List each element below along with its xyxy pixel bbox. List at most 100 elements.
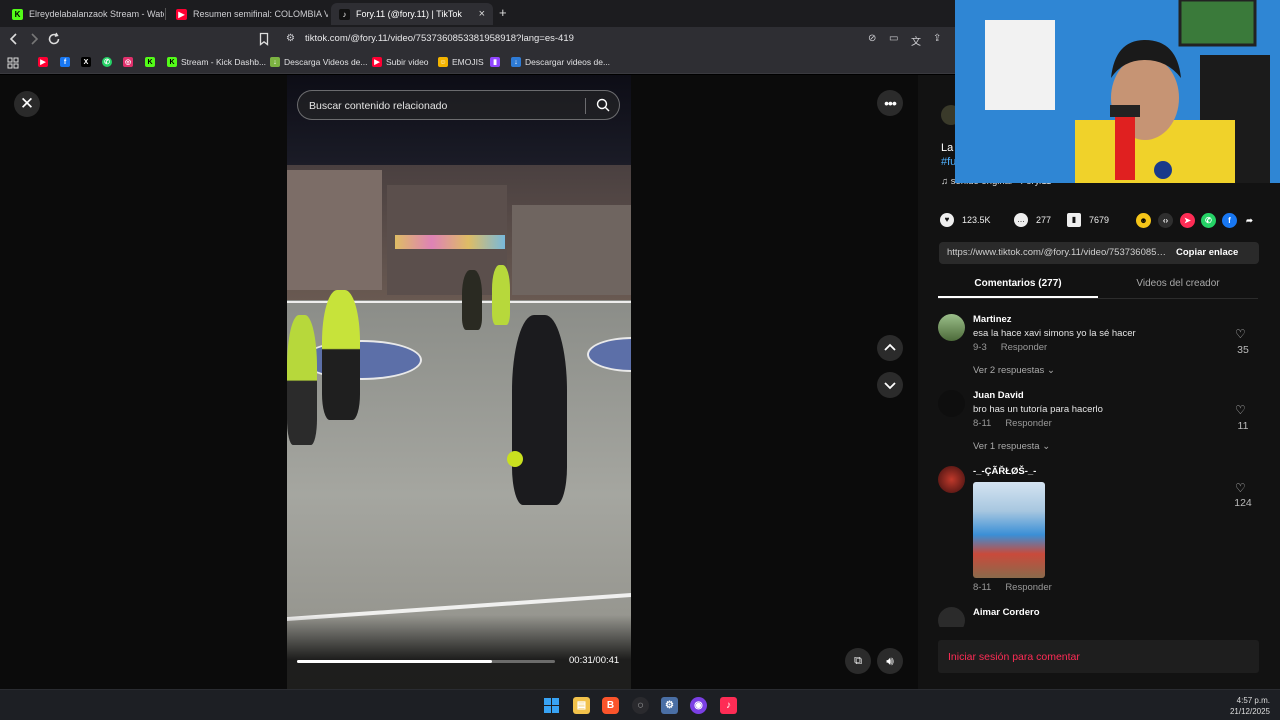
cast-icon[interactable]: ▭ [889, 33, 898, 44]
share-link[interactable]: https://www.tiktok.com/@fory.11/video/75… [947, 247, 1169, 258]
comment-username[interactable]: Martinez [973, 314, 1012, 325]
comment-username[interactable]: Aimar Cordero [973, 607, 1040, 618]
system-clock[interactable]: 4:57 p.m. 21/12/2025 [1218, 695, 1270, 717]
download-icon: ↓ [511, 57, 521, 67]
bookmark-youtube[interactable]: ▶ [38, 57, 52, 67]
app-icon[interactable]: ◌ [632, 697, 649, 714]
comment-image[interactable] [973, 482, 1045, 578]
player-green [287, 315, 317, 445]
settings-icon[interactable]: ⚙ [661, 697, 678, 714]
bookmark-icon [259, 32, 269, 46]
back-button[interactable] [6, 31, 22, 47]
view-replies-button[interactable]: Ver 1 respuesta ⌄ [973, 441, 1050, 452]
windows-taskbar: ▤ B ◌ ⚙ ◉ ♪ 4:57 p.m. 21/12/2025 [0, 689, 1280, 720]
video-progress-bar[interactable] [297, 660, 555, 663]
bookmark-icon: ▮ [1067, 213, 1081, 227]
brave-browser-icon[interactable]: B [602, 697, 619, 714]
bookmark-subir-video[interactable]: ▶ Subir video [372, 57, 429, 67]
reload-button[interactable] [46, 31, 62, 47]
save-button[interactable]: ▮ 7679 [1067, 213, 1109, 227]
instagram-icon: ◎ [123, 57, 133, 67]
comment-avatar[interactable] [938, 390, 965, 417]
close-video-button[interactable]: ✕ [14, 91, 40, 117]
new-tab-button[interactable]: + [499, 5, 507, 20]
reply-button[interactable]: Responder [1005, 418, 1051, 429]
video-hashtag[interactable]: #fu [941, 156, 956, 168]
tab-comments[interactable]: Comentarios (277) [938, 278, 1098, 289]
bookmark-button[interactable] [256, 31, 272, 47]
video-player[interactable]: Buscar contenido relacionado 00:31/00:41 [287, 75, 631, 689]
login-to-comment-button[interactable]: Iniciar sesión para comentar [938, 640, 1259, 673]
bookmark-kick[interactable]: K [145, 57, 159, 67]
browser-tab-tiktok[interactable]: ♪ Fory.11 (@fory.11) | TikTok × [331, 3, 493, 25]
share-more-icon[interactable]: ➦ [1242, 213, 1257, 228]
comment-date: 8-11 [973, 582, 992, 593]
comment-item: Aimar Cordero [938, 607, 1258, 627]
pip-button[interactable]: ⧉ [845, 648, 871, 674]
comment-like-icon[interactable]: ♡ [1235, 481, 1246, 495]
video-description: La [941, 142, 954, 154]
more-options-button[interactable]: ••• [877, 90, 903, 116]
facebook-icon: f [60, 57, 70, 67]
reader-icon[interactable]: ⊘ [868, 33, 876, 44]
embed-icon[interactable]: ‹› [1158, 213, 1173, 228]
building [287, 170, 382, 290]
comment-meta: 8-11 Responder [973, 582, 1052, 593]
share-page-icon[interactable]: ⇪ [933, 33, 941, 44]
player-black [512, 315, 567, 505]
bookmark-descarga-videos[interactable]: ↓ Descarga Videos de... [270, 57, 367, 67]
facebook-share-icon[interactable]: f [1222, 213, 1237, 228]
comment-username[interactable]: Juan David [973, 390, 1024, 401]
bookmark-whatsapp[interactable]: ✆ [102, 57, 116, 67]
bookmark-facebook[interactable]: f [60, 57, 74, 67]
url-field[interactable]: tiktok.com/@fory.11/video/75373608533819… [305, 33, 574, 44]
comment-avatar[interactable] [938, 314, 965, 341]
volume-button[interactable]: 🔊︎ [877, 648, 903, 674]
copy-link-button[interactable]: Copiar enlace [1176, 247, 1238, 258]
comment-username[interactable]: -_-ÇÃŘŁØŠ-_- [973, 466, 1036, 477]
youtube-icon: ▶ [38, 57, 48, 67]
bookmark-kick-dashboard[interactable]: K Stream - Kick Dashb... [167, 57, 266, 67]
file-explorer-icon[interactable]: ▤ [573, 697, 590, 714]
youtube-icon: ▶ [176, 8, 187, 20]
reply-button[interactable]: Responder [1005, 582, 1051, 593]
whatsapp-share-icon[interactable]: ✆ [1201, 213, 1216, 228]
view-replies-button[interactable]: Ver 2 respuestas ⌄ [973, 365, 1055, 376]
related-search-bar[interactable]: Buscar contenido relacionado [297, 90, 620, 120]
search-icon[interactable] [595, 97, 611, 113]
apps-button[interactable] [7, 57, 19, 69]
search-input[interactable]: Buscar contenido relacionado [309, 100, 447, 112]
bookmark-x[interactable]: X [81, 57, 95, 67]
obs-icon[interactable]: ◉ [690, 697, 707, 714]
view-replies-label: Ver 1 respuesta [973, 441, 1040, 452]
ball [507, 451, 523, 467]
browser-tab-youtube[interactable]: ▶ Resumen semifinal: COLOMBIA VS B [168, 3, 328, 25]
share-friends-icon[interactable]: ☻ [1136, 213, 1151, 228]
bookmark-descargar-videos[interactable]: ↓ Descargar videos de... [511, 57, 610, 67]
like-button[interactable]: ♥ 123.5K [940, 213, 991, 227]
site-info-icon[interactable]: ⚙ [286, 33, 295, 44]
start-icon[interactable] [543, 697, 560, 714]
bookmark-twitch[interactable]: ▮ [490, 57, 504, 67]
comment-button[interactable]: … 277 [1014, 213, 1051, 227]
translate-icon[interactable]: 文 [911, 33, 921, 48]
next-video-button[interactable] [877, 372, 903, 398]
forward-button[interactable] [26, 31, 42, 47]
player-green [322, 290, 360, 420]
search-divider [585, 98, 586, 114]
send-icon[interactable]: ➤ [1180, 213, 1195, 228]
comment-avatar[interactable] [938, 466, 965, 493]
browser-tab-kick[interactable]: K Elreydelabalanzaok Stream - Watch L [4, 3, 164, 25]
music-note-icon: ♫ [941, 176, 951, 187]
comment-item: Juan David bro has un tutoría para hacer… [938, 390, 1258, 460]
comment-like-icon[interactable]: ♡ [1235, 403, 1246, 417]
reply-button[interactable]: Responder [1001, 342, 1047, 353]
previous-video-button[interactable] [877, 335, 903, 361]
close-tab-button[interactable]: × [479, 8, 485, 20]
comment-avatar[interactable] [938, 607, 965, 627]
tab-creator-videos[interactable]: Videos del creador [1098, 278, 1258, 289]
bookmark-emojis[interactable]: ☺ EMOJIS [438, 57, 484, 67]
bookmark-instagram[interactable]: ◎ [123, 57, 137, 67]
comment-like-icon[interactable]: ♡ [1235, 327, 1246, 341]
tiktok-app-icon[interactable]: ♪ [720, 697, 737, 714]
